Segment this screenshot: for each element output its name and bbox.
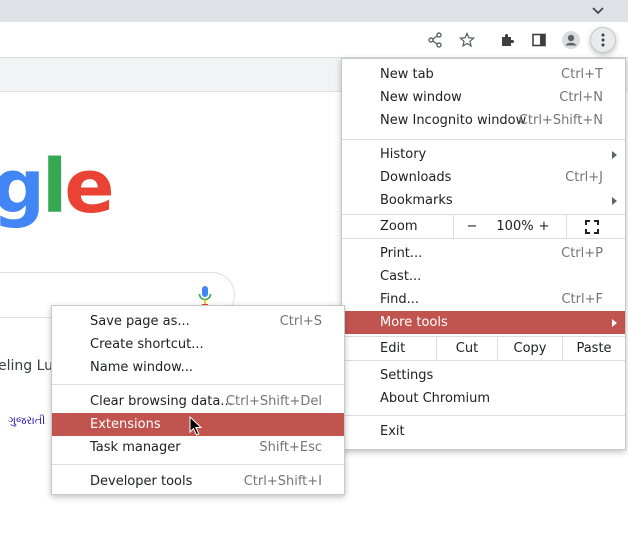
menu-item-more-tools[interactable]: More tools (342, 311, 625, 334)
menu-item-print[interactable]: Print... Ctrl+P (342, 242, 625, 265)
more-tools-submenu: Save page as... Ctrl+S Create shortcut...… (51, 305, 345, 495)
menu-item-clear-browsing[interactable]: Clear browsing data... Ctrl+Shift+Del (52, 390, 344, 413)
menu-item-exit[interactable]: Exit (342, 420, 625, 443)
mouse-cursor-icon (189, 415, 203, 436)
star-icon[interactable] (457, 30, 477, 50)
zoom-label: Zoom (380, 219, 418, 234)
paste-button[interactable]: Paste (563, 337, 625, 360)
menu-item-history[interactable]: History (342, 143, 625, 166)
submenu-arrow-icon (612, 150, 617, 159)
kebab-menu-icon[interactable] (590, 27, 616, 53)
edit-label: Edit (380, 341, 406, 356)
menu-item-name-window[interactable]: Name window... (52, 356, 344, 379)
puzzle-icon[interactable] (497, 30, 517, 50)
menu-item-task-manager[interactable]: Task manager Shift+Esc (52, 436, 344, 459)
edit-row: Edit Cut Copy Paste (342, 336, 625, 361)
language-link[interactable]: ગુજરાતી (8, 414, 45, 428)
browser-window: gle eling Luc ગુજરાતી New tab Ctrl+T New … (0, 0, 628, 535)
zoom-in-button[interactable]: + (539, 215, 550, 238)
menu-divider (52, 464, 344, 465)
menu-item-bookmarks[interactable]: Bookmarks (342, 189, 625, 212)
share-icon[interactable] (425, 30, 445, 50)
submenu-arrow-icon (612, 318, 617, 327)
menu-item-save-page[interactable]: Save page as... Ctrl+S (52, 310, 344, 333)
menu-item-find[interactable]: Find... Ctrl+F (342, 288, 625, 311)
browser-toolbar (0, 22, 628, 58)
microphone-icon[interactable] (198, 285, 212, 307)
copy-button[interactable]: Copy (498, 337, 562, 360)
menu-divider (342, 415, 625, 416)
tab-strip (0, 0, 628, 22)
sidepanel-icon[interactable] (529, 30, 549, 50)
menu-item-new-tab[interactable]: New tab Ctrl+T (342, 63, 625, 86)
submenu-arrow-icon (612, 196, 617, 205)
menu-item-developer-tools[interactable]: Developer tools Ctrl+Shift+I (52, 470, 344, 493)
menu-item-downloads[interactable]: Downloads Ctrl+J (342, 166, 625, 189)
main-menu: New tab Ctrl+T New window Ctrl+N New Incog… (341, 58, 626, 450)
zoom-row: Zoom − 100% + (342, 214, 625, 239)
zoom-out-button[interactable]: − (454, 215, 490, 238)
zoom-level: 100% (496, 219, 534, 234)
google-logo: gle (0, 144, 115, 230)
menu-divider (52, 384, 344, 385)
menu-item-cast[interactable]: Cast... (342, 265, 625, 288)
menu-item-new-incognito[interactable]: New Incognito window Ctrl+Shift+N (342, 109, 625, 132)
menu-item-settings[interactable]: Settings (342, 364, 625, 387)
menu-item-new-window[interactable]: New window Ctrl+N (342, 86, 625, 109)
cut-button[interactable]: Cut (437, 337, 497, 360)
fullscreen-icon[interactable] (567, 215, 617, 238)
menu-item-about[interactable]: About Chromium (342, 387, 625, 410)
profile-icon[interactable] (561, 30, 581, 50)
menu-divider (342, 139, 625, 140)
chevron-down-icon[interactable] (590, 2, 606, 18)
menu-item-create-shortcut[interactable]: Create shortcut... (52, 333, 344, 356)
